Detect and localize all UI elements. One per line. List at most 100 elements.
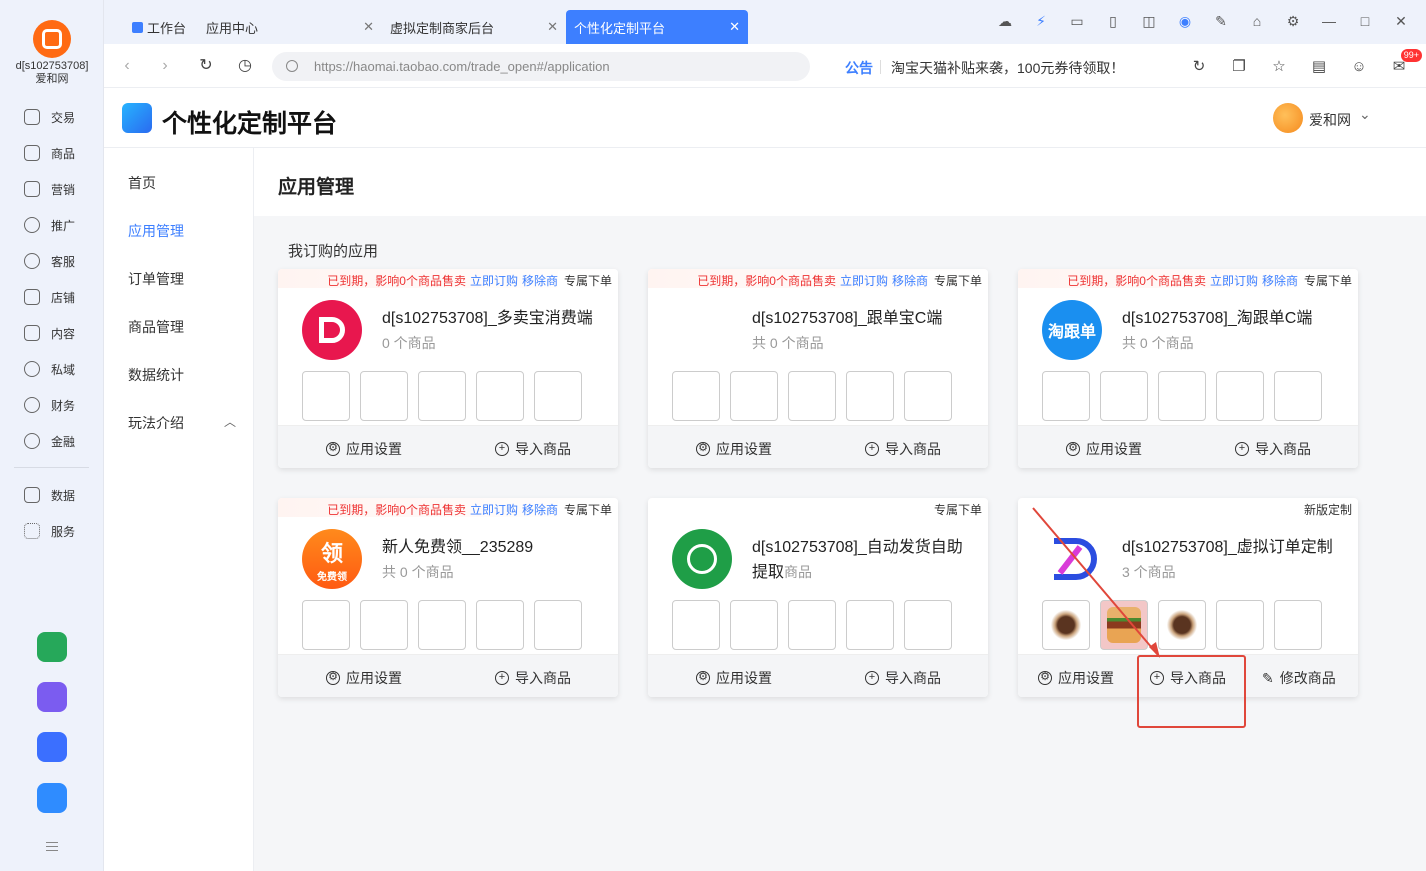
menu-item-guide[interactable]: 玩法介绍 — [128, 413, 184, 433]
tab-virtual-merchant[interactable]: 虚拟定制商家后台 ✕ — [390, 10, 566, 44]
thumb-slot[interactable] — [1158, 371, 1206, 421]
rail-item-promote[interactable]: 推广 — [0, 207, 104, 243]
avatar[interactable] — [1273, 103, 1303, 133]
remove-link[interactable]: 移除商 — [1262, 274, 1298, 288]
thumb-slot[interactable] — [1274, 371, 1322, 421]
chevron-up-icon[interactable]: ︿ — [224, 413, 236, 430]
thumb-slot[interactable] — [476, 371, 524, 421]
rail-item-apps[interactable]: 服务 — [0, 513, 104, 549]
history-icon[interactable]: ◷ — [234, 55, 256, 77]
split-icon[interactable]: ◫ — [1138, 10, 1160, 32]
tab-custom-platform[interactable]: 个性化定制平台 ✕ — [566, 10, 748, 44]
import-goods-button[interactable]: + 导入商品 — [495, 439, 571, 459]
maximize-icon[interactable]: □ — [1354, 10, 1376, 32]
message-icon[interactable]: ✉ 99+ — [1388, 49, 1422, 77]
rail-item-goods[interactable]: 商品 — [0, 135, 104, 171]
thumb-slot[interactable] — [534, 600, 582, 650]
thumb-slot[interactable] — [1042, 371, 1090, 421]
thumb-slot[interactable] — [476, 600, 524, 650]
app-settings-button[interactable]: ⚙ 应用设置 — [326, 439, 402, 459]
rail-item-content[interactable]: 内容 — [0, 315, 104, 351]
app-shortcut-bag-icon[interactable] — [37, 783, 67, 813]
menu-item-goods-manage[interactable]: 商品管理 — [128, 317, 184, 337]
thumb-slot[interactable] — [1100, 371, 1148, 421]
thumb-slot[interactable] — [302, 371, 350, 421]
reload-icon[interactable]: ↻ — [1188, 55, 1210, 77]
remove-link[interactable]: 移除商 — [522, 503, 558, 517]
settings-icon[interactable]: ⚙ — [1282, 10, 1304, 32]
app-settings-button[interactable]: ⚙ 应用设置 — [696, 439, 772, 459]
app-settings-button[interactable]: ⚙ 应用设置 — [326, 668, 402, 688]
shirt-icon[interactable]: ⌂ — [1246, 10, 1268, 32]
copy-icon[interactable]: ❐ — [1228, 55, 1250, 77]
app-settings-button[interactable]: ⚙ 应用设置 — [1038, 668, 1114, 688]
app-settings-button[interactable]: ⚙ 应用设置 — [1066, 439, 1142, 459]
thumb-slot[interactable] — [730, 600, 778, 650]
rail-item-data[interactable]: 数据 — [0, 477, 104, 513]
thumb-slot[interactable] — [534, 371, 582, 421]
thumb-slot[interactable] — [846, 371, 894, 421]
close-icon[interactable]: ✕ — [547, 19, 558, 35]
import-goods-button[interactable]: + 导入商品 — [865, 668, 941, 688]
menu-item-stats[interactable]: 数据统计 — [128, 365, 184, 385]
thumb-slot[interactable] — [418, 371, 466, 421]
user-name[interactable]: 爱和网 — [1309, 110, 1351, 130]
thumb-slot[interactable] — [672, 600, 720, 650]
renew-link[interactable]: 立即订购 — [470, 274, 518, 288]
chevron-down-icon[interactable]: ⌄ — [1359, 106, 1371, 123]
edit-icon[interactable]: ✎ — [1210, 10, 1232, 32]
forward-icon[interactable]: › — [154, 55, 176, 77]
thumb-slot[interactable] — [302, 600, 350, 650]
thumb-slot[interactable] — [788, 371, 836, 421]
thumb-slot[interactable] — [360, 371, 408, 421]
rail-item-service[interactable]: 客服 — [0, 243, 104, 279]
renew-link[interactable]: 立即订购 — [840, 274, 888, 288]
edit-goods-button[interactable]: ✎ 修改商品 — [1262, 668, 1336, 688]
minimize-icon[interactable]: — — [1318, 10, 1340, 32]
app-shortcut-note-icon[interactable] — [37, 682, 67, 712]
import-goods-button[interactable]: + 导入商品 — [1235, 439, 1311, 459]
qianniu-logo-icon[interactable] — [33, 20, 71, 58]
remove-link[interactable]: 移除商 — [892, 274, 928, 288]
notice-text[interactable]: 淘宝天猫补贴来袭，100元券待领取！ — [891, 58, 1124, 78]
rail-item-private[interactable]: 私域 — [0, 351, 104, 387]
rail-item-loan[interactable]: 金融 — [0, 423, 104, 459]
menu-item-order-manage[interactable]: 订单管理 — [128, 269, 184, 289]
rail-item-shop[interactable]: 店铺 — [0, 279, 104, 315]
assistant-icon[interactable]: ☁ — [994, 10, 1016, 32]
close-icon[interactable]: ✕ — [363, 19, 374, 35]
star-icon[interactable]: ☆ — [1268, 55, 1290, 77]
app-shortcut-green-icon[interactable] — [37, 632, 67, 662]
remove-link[interactable]: 移除商 — [522, 274, 558, 288]
lightning-icon[interactable]: ⚡ — [1030, 10, 1052, 32]
thumb-slot[interactable] — [360, 600, 408, 650]
thumb-slot[interactable] — [1274, 600, 1322, 650]
import-goods-button[interactable]: + 导入商品 — [495, 668, 571, 688]
import-goods-button[interactable]: + 导入商品 — [865, 439, 941, 459]
app-settings-button[interactable]: ⚙ 应用设置 — [696, 668, 772, 688]
thumb-slot[interactable] — [418, 600, 466, 650]
window-close-icon[interactable]: ✕ — [1390, 10, 1412, 32]
app-shortcut-crown-icon[interactable] — [37, 732, 67, 762]
thumb-slot[interactable] — [788, 600, 836, 650]
thumb-slot[interactable] — [1216, 371, 1264, 421]
phone-icon[interactable]: ▯ — [1102, 10, 1124, 32]
menu-item-home[interactable]: 首页 — [128, 173, 156, 193]
url-field[interactable]: https://haomai.taobao.com/trade_open#/ap… — [272, 52, 810, 81]
profile-icon[interactable]: ◉ — [1174, 10, 1196, 32]
thumb-slot[interactable] — [904, 371, 952, 421]
tab-workbench[interactable]: 工作台 — [132, 10, 186, 44]
renew-link[interactable]: 立即订购 — [470, 503, 518, 517]
rail-item-trade[interactable]: 交易 — [0, 99, 104, 135]
renew-link[interactable]: 立即订购 — [1210, 274, 1258, 288]
menu-item-app-manage[interactable]: 应用管理 — [128, 221, 184, 241]
thumb-slot[interactable] — [730, 371, 778, 421]
thumb-slot[interactable] — [904, 600, 952, 650]
thumb-slot[interactable] — [672, 371, 720, 421]
file-icon[interactable]: ▤ — [1308, 55, 1330, 77]
thumb-slot[interactable] — [1216, 600, 1264, 650]
tab-app-center[interactable]: 应用中心 ✕ — [206, 10, 382, 44]
smile-icon[interactable]: ☺ — [1348, 55, 1370, 77]
rail-item-marketing[interactable]: 营销 — [0, 171, 104, 207]
layout-icon[interactable]: ▭ — [1066, 10, 1088, 32]
